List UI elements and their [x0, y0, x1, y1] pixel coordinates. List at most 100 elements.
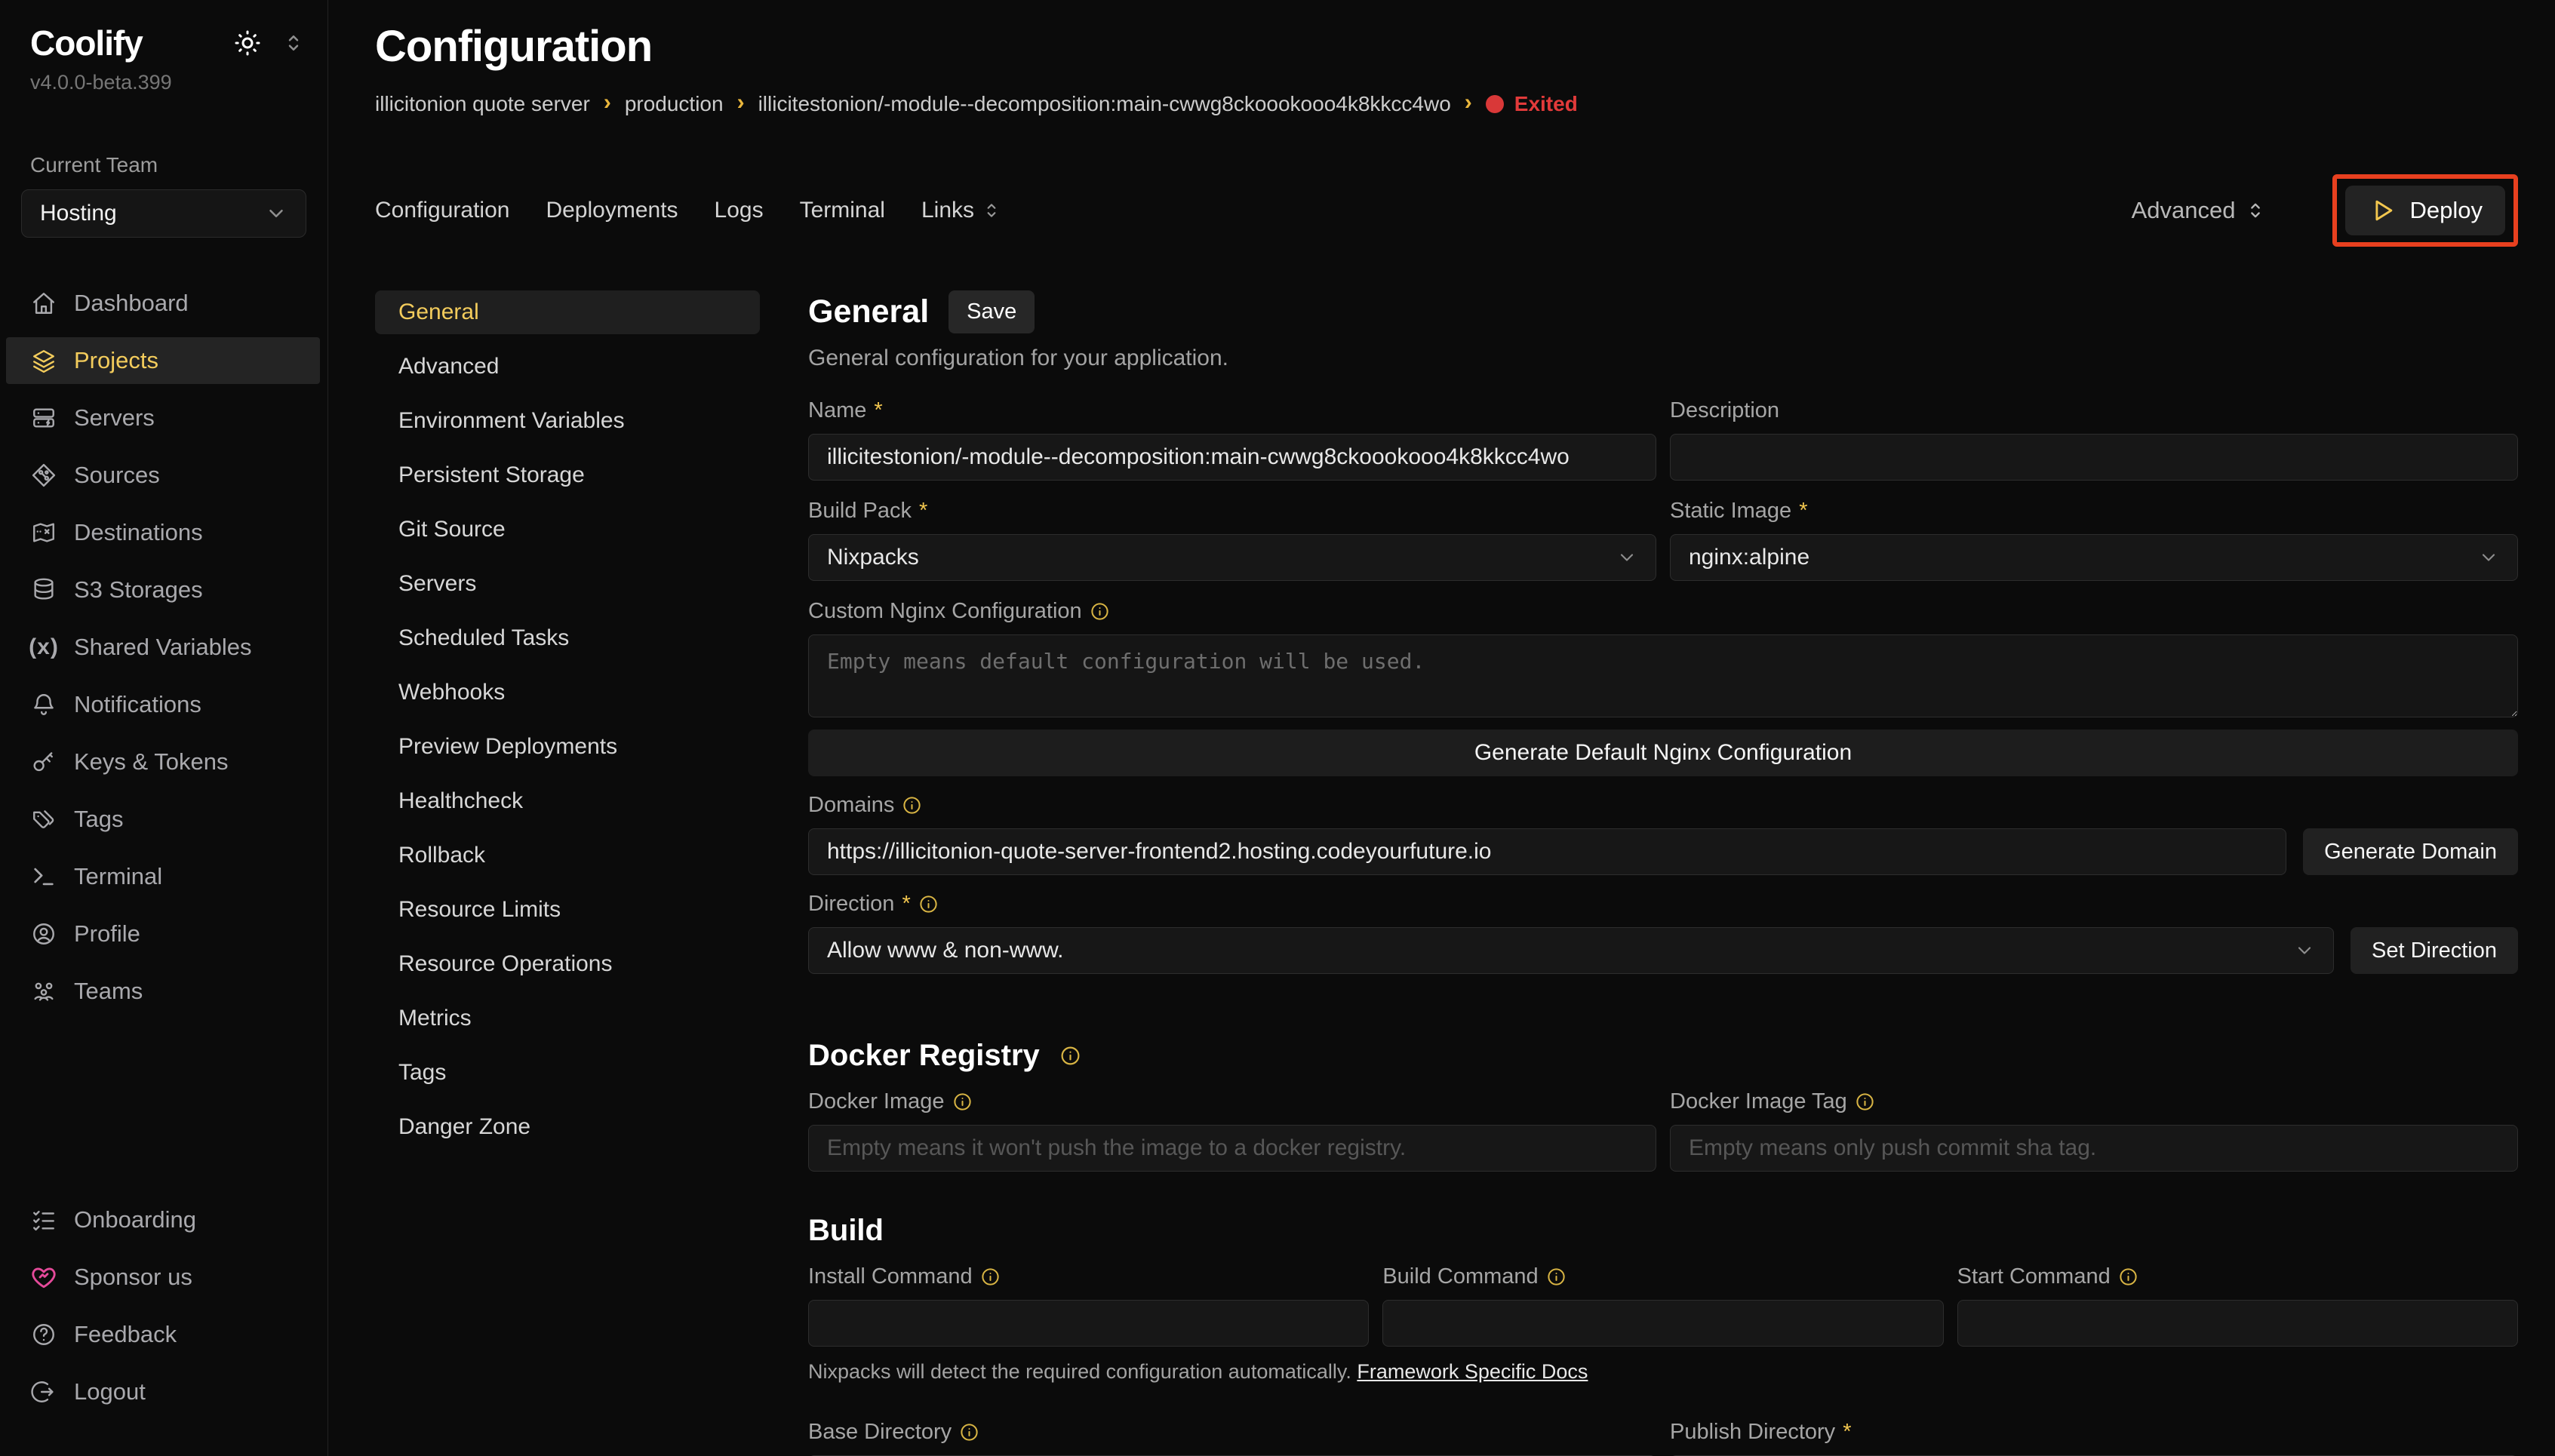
domains-input[interactable] — [808, 828, 2286, 875]
tab-bar: Configuration Deployments Logs Terminal … — [375, 174, 2518, 247]
sidebar-item-sponsor-us[interactable]: Sponsor us — [6, 1254, 320, 1301]
user-icon — [30, 921, 57, 947]
static-image-select[interactable]: nginx:alpine — [1670, 534, 2518, 581]
info-icon — [952, 1092, 973, 1112]
name-input[interactable] — [808, 434, 1656, 481]
users-icon — [30, 978, 57, 1004]
subnav-item-webhooks[interactable]: Webhooks — [375, 671, 760, 714]
sidebar-item-feedback[interactable]: Feedback — [6, 1311, 320, 1358]
sidebar-item-servers[interactable]: Servers — [6, 395, 320, 441]
subnav-item-danger-zone[interactable]: Danger Zone — [375, 1105, 760, 1149]
description-input[interactable] — [1670, 434, 2518, 481]
sidebar-item-keys-tokens[interactable]: Keys & Tokens — [6, 739, 320, 785]
required-marker: * — [1843, 1420, 1851, 1445]
name-label: Name — [808, 398, 866, 423]
general-form: General Save General configuration for y… — [808, 290, 2518, 1456]
generate-nginx-config-button[interactable]: Generate Default Nginx Configuration — [808, 730, 2518, 776]
save-button[interactable]: Save — [949, 290, 1035, 333]
subnav-item-resource-operations[interactable]: Resource Operations — [375, 942, 760, 986]
sidebar-item-label: Keys & Tokens — [74, 748, 228, 776]
team-select[interactable]: Hosting — [21, 189, 306, 238]
deploy-button-label: Deploy — [2410, 197, 2483, 224]
framework-docs-link[interactable]: Framework Specific Docs — [1357, 1360, 1588, 1383]
subnav-item-git-source[interactable]: Git Source — [375, 508, 760, 551]
subnav-item-preview-deployments[interactable]: Preview Deployments — [375, 725, 760, 769]
start-command-input[interactable] — [1957, 1300, 2518, 1347]
subnav-item-persistent-storage[interactable]: Persistent Storage — [375, 453, 760, 497]
advanced-dropdown[interactable]: Advanced — [2132, 197, 2266, 224]
sidebar-item-sources[interactable]: Sources — [6, 452, 320, 499]
custom-nginx-textarea[interactable] — [808, 634, 2518, 717]
subnav-item-healthcheck[interactable]: Healthcheck — [375, 779, 760, 823]
install-command-input[interactable] — [808, 1300, 1369, 1347]
required-marker: * — [902, 892, 910, 917]
sidebar-item-s3-storages[interactable]: S3 Storages — [6, 567, 320, 613]
theme-select-chevrons-icon[interactable] — [282, 32, 305, 54]
team-select-value: Hosting — [40, 201, 117, 226]
subnav-item-environment-variables[interactable]: Environment Variables — [375, 399, 760, 443]
subnav-item-servers[interactable]: Servers — [375, 562, 760, 606]
docker-image-input[interactable] — [808, 1125, 1656, 1172]
subnav-item-metrics[interactable]: Metrics — [375, 997, 760, 1040]
sidebar-item-label: Profile — [74, 920, 140, 948]
build-command-label: Build Command — [1382, 1264, 1538, 1289]
sidebar-item-onboarding[interactable]: Onboarding — [6, 1196, 320, 1243]
breadcrumb-project[interactable]: illicitonion quote server — [375, 92, 590, 116]
tab-configuration[interactable]: Configuration — [375, 198, 509, 223]
sidebar-item-label: Destinations — [74, 519, 203, 546]
subnav-item-tags[interactable]: Tags — [375, 1051, 760, 1095]
static-image-label: Static Image — [1670, 499, 1791, 524]
deploy-button[interactable]: Deploy — [2345, 186, 2506, 235]
tab-logs[interactable]: Logs — [715, 198, 764, 223]
sidebar-item-label: Logout — [74, 1378, 146, 1405]
advanced-dropdown-label: Advanced — [2132, 197, 2236, 224]
sidebar-item-projects[interactable]: Projects — [6, 337, 320, 384]
section-title-build: Build — [808, 1214, 884, 1248]
sidebar-item-notifications[interactable]: Notifications — [6, 681, 320, 728]
play-icon — [2368, 196, 2397, 225]
generate-domain-button[interactable]: Generate Domain — [2303, 828, 2518, 875]
set-direction-button[interactable]: Set Direction — [2351, 927, 2518, 974]
docker-image-tag-input[interactable] — [1670, 1125, 2518, 1172]
info-icon — [959, 1422, 979, 1442]
sidebar-item-tags[interactable]: Tags — [6, 796, 320, 843]
breadcrumb-application[interactable]: illicitestonion/-module--decomposition:m… — [758, 92, 1451, 116]
theme-toggle-sun-icon[interactable] — [232, 28, 263, 58]
subnav-item-general[interactable]: General — [375, 290, 760, 334]
sidebar-item-label: Servers — [74, 404, 155, 432]
direction-label: Direction — [808, 892, 894, 917]
checklist-icon — [30, 1207, 57, 1233]
tab-terminal[interactable]: Terminal — [800, 198, 885, 223]
direction-select[interactable]: Allow www & non-www. — [808, 927, 2334, 974]
install-command-label: Install Command — [808, 1264, 973, 1289]
sidebar: Coolify v4.0.0-beta.399 Current Team Hos… — [0, 0, 328, 1456]
nixpacks-note-text: Nixpacks will detect the required config… — [808, 1360, 1357, 1383]
info-icon — [902, 795, 922, 816]
subnav-item-rollback[interactable]: Rollback — [375, 834, 760, 877]
sidebar-item-profile[interactable]: Profile — [6, 911, 320, 957]
sidebar-item-teams[interactable]: Teams — [6, 968, 320, 1015]
chevrons-up-down-icon — [2245, 200, 2266, 221]
sidebar-item-logout[interactable]: Logout — [6, 1368, 320, 1415]
breadcrumb-environment[interactable]: production — [625, 92, 724, 116]
tab-links[interactable]: Links — [921, 198, 1001, 223]
sidebar-item-dashboard[interactable]: Dashboard — [6, 280, 320, 327]
tags-icon — [30, 806, 57, 832]
chevron-right-icon: › — [1465, 90, 1472, 115]
sidebar-item-terminal[interactable]: Terminal — [6, 853, 320, 900]
build-command-input[interactable] — [1382, 1300, 1943, 1347]
subnav-item-advanced[interactable]: Advanced — [375, 345, 760, 389]
sidebar-item-label: Notifications — [74, 691, 201, 718]
sidebar-item-label: Terminal — [74, 863, 162, 890]
build-pack-select[interactable]: Nixpacks — [808, 534, 1656, 581]
variables-icon: (x) — [30, 634, 57, 660]
status-badge: Exited — [1486, 92, 1578, 116]
subnav-item-scheduled-tasks[interactable]: Scheduled Tasks — [375, 616, 760, 660]
tab-deployments[interactable]: Deployments — [546, 198, 678, 223]
sidebar-item-destinations[interactable]: Destinations — [6, 509, 320, 556]
layers-icon — [30, 348, 57, 373]
chevron-right-icon: › — [737, 90, 745, 115]
subnav-item-resource-limits[interactable]: Resource Limits — [375, 888, 760, 932]
main-content: Configuration illicitonion quote server … — [328, 0, 2555, 1456]
sidebar-item-shared-variables[interactable]: (x) Shared Variables — [6, 624, 320, 671]
